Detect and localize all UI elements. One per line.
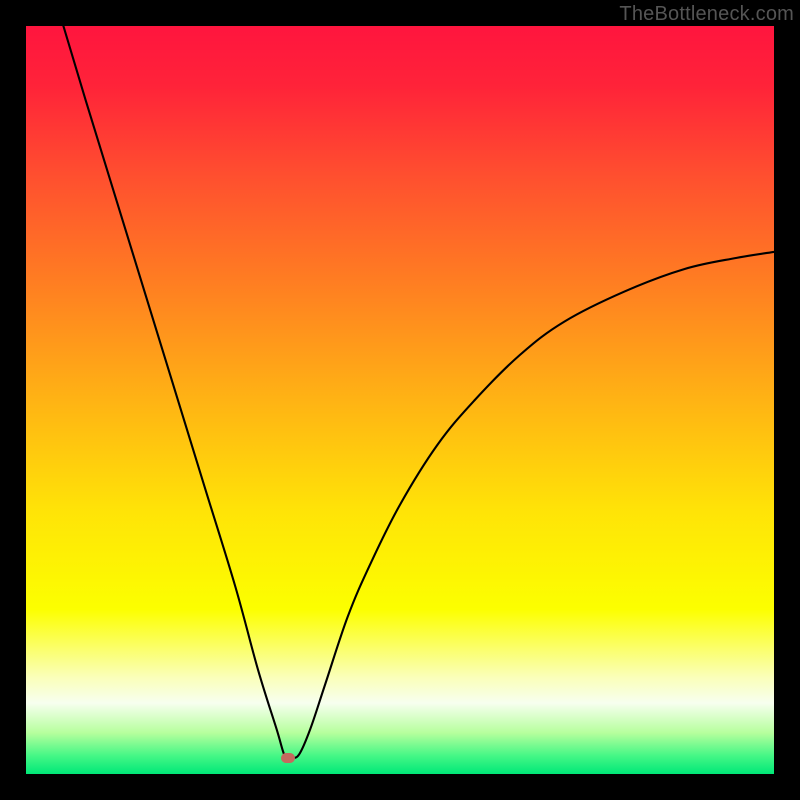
chart-frame: TheBottleneck.com — [0, 0, 800, 800]
watermark-text: TheBottleneck.com — [619, 3, 794, 26]
plot-area — [26, 26, 774, 774]
bottleneck-curve — [26, 26, 774, 774]
optimal-point-marker — [281, 753, 295, 763]
